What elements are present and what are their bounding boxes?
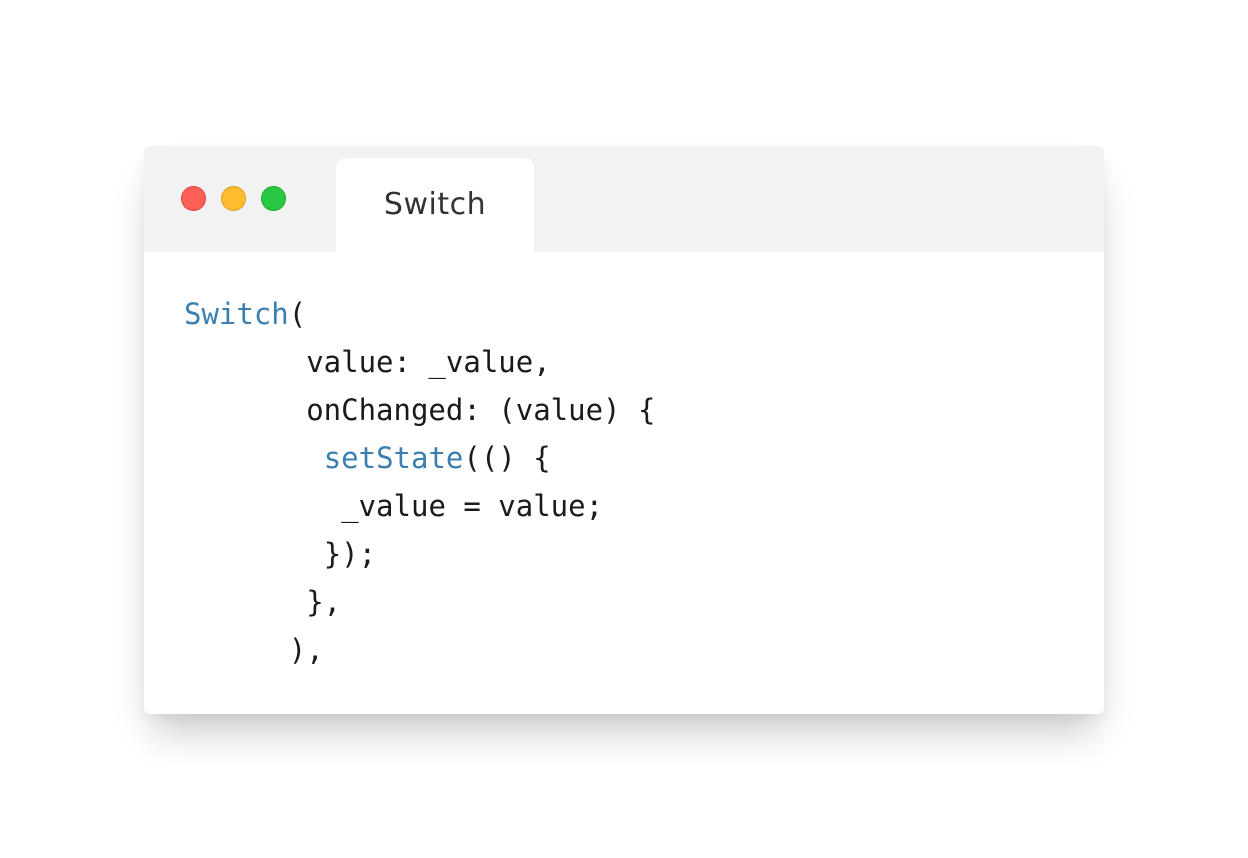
code-text: ( [288, 297, 307, 331]
maximize-button[interactable] [261, 186, 286, 211]
code-window: Switch Switch( value: _value, onChanged:… [144, 146, 1104, 714]
code-text: ), [288, 633, 324, 667]
tab-switch[interactable]: Switch [336, 158, 534, 254]
code-keyword: Switch [184, 297, 289, 331]
code-text: value: _value, [306, 345, 551, 379]
tab-label: Switch [383, 186, 487, 222]
code-line: Switch( [184, 290, 655, 338]
code-text: }); [323, 537, 377, 571]
code-text: }, [306, 585, 342, 619]
code-text: onChanged: (value) { [306, 393, 656, 427]
minimize-button[interactable] [221, 186, 246, 211]
title-bar: Switch [144, 146, 1104, 254]
code-line: }, [184, 578, 655, 626]
code-line: _value = value; [184, 482, 655, 530]
code-keyword: setState [323, 441, 464, 475]
code-line: setState(() { [184, 434, 655, 482]
close-button[interactable] [181, 186, 206, 211]
code-block: Switch( value: _value, onChanged: (value… [184, 290, 655, 674]
code-text: _value = value; [341, 489, 604, 523]
code-line: ), [184, 626, 655, 674]
code-line: value: _value, [184, 338, 655, 386]
code-line: onChanged: (value) { [184, 386, 655, 434]
code-line: }); [184, 530, 655, 578]
code-text: (() { [463, 441, 551, 475]
